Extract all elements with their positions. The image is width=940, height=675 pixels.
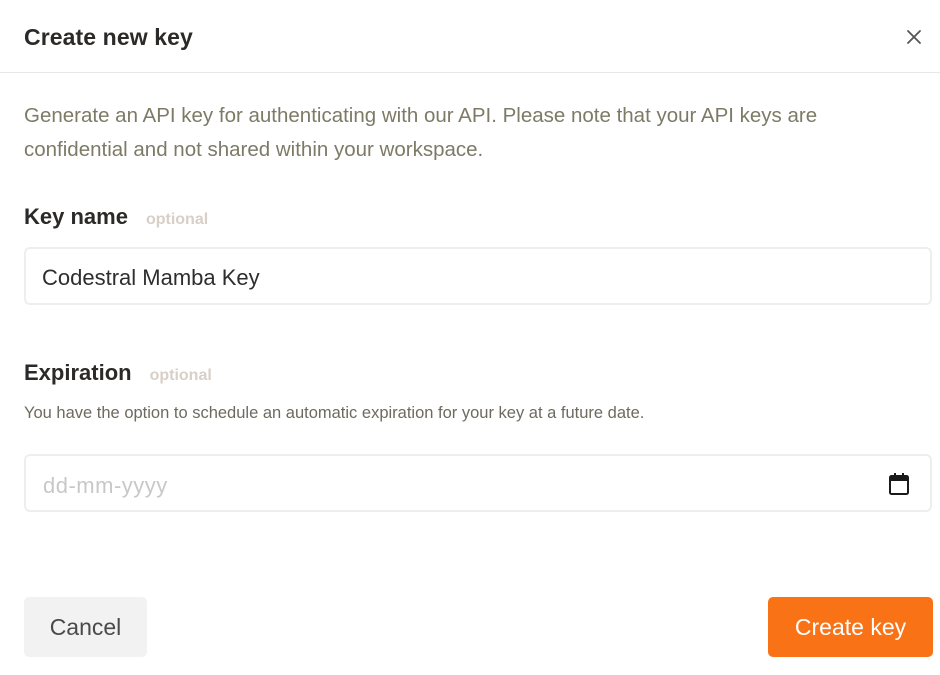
- close-icon: [907, 30, 921, 44]
- key-name-optional-tag: optional: [145, 211, 209, 228]
- key-name-label: Key name: [24, 204, 128, 229]
- expiration-label: Expiration: [24, 360, 132, 385]
- key-name-label-row: Key name optional: [24, 204, 208, 230]
- close-button[interactable]: [898, 22, 930, 52]
- dialog-title: Create new key: [24, 24, 193, 50]
- dialog-description: Generate an API key for authenticating w…: [24, 104, 818, 161]
- expiration-label-row: Expiration optional: [24, 360, 212, 386]
- key-name-input[interactable]: Codestral Mamba Key: [24, 247, 932, 305]
- cancel-button[interactable]: Cancel: [24, 597, 147, 657]
- key-name-value: Codestral Mamba Key: [42, 265, 260, 290]
- expiration-date-placeholder: dd-mm-yyyy: [43, 473, 168, 498]
- expiration-optional-tag: optional: [149, 367, 212, 384]
- expiration-hint: You have the option to schedule an autom…: [24, 404, 645, 422]
- create-key-button[interactable]: Create key: [768, 597, 933, 657]
- expiration-date-input[interactable]: dd-mm-yyyy: [24, 454, 932, 512]
- dialog-header: Create new key: [0, 0, 940, 73]
- calendar-icon[interactable]: [888, 472, 910, 496]
